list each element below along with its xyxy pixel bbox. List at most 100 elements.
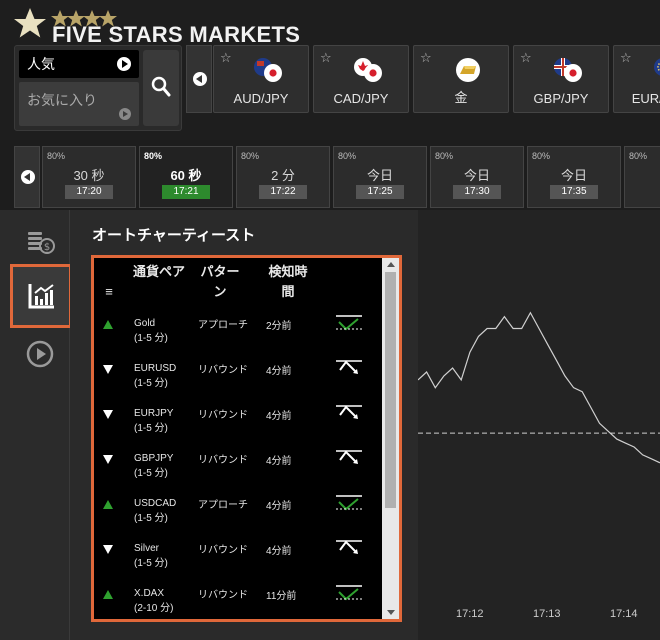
favorite-star-icon[interactable]: ☆ — [420, 50, 432, 66]
x-tick-label: 17:12 — [456, 608, 484, 620]
detected-time-cell: 4分前 — [266, 501, 292, 512]
pattern-cell: アプローチ — [198, 320, 248, 331]
favorite-star-icon[interactable]: ☆ — [520, 50, 532, 66]
cad-jpy-flag-icon — [354, 58, 382, 82]
pattern-cell: リバウンド — [198, 590, 248, 601]
eur-usd-flag-icon — [654, 58, 660, 76]
favorite-star-icon[interactable]: ☆ — [220, 50, 232, 66]
expiry-time: 17:30 — [453, 185, 501, 199]
detected-time-cell: 4分前 — [266, 456, 292, 467]
duration-tile-selected[interactable]: 80% 60 秒 17:21 — [139, 146, 233, 208]
symbol-name: EURJPY — [134, 408, 174, 419]
chart-analysis-icon — [28, 284, 54, 309]
duration-label: 30 秒 — [73, 168, 105, 183]
favorites-tab[interactable]: お気に入り — [19, 82, 139, 126]
arrow-down-icon — [103, 545, 113, 554]
brand-logo[interactable]: FIVE STARS MARKETS — [10, 4, 340, 47]
duration-tile[interactable]: 80% 今日 17:25 — [333, 146, 427, 208]
symbol-period: (1-5 分) — [134, 468, 168, 479]
arrow-up-icon — [103, 590, 113, 599]
table-row[interactable]: Silver (1-5 分) リバウンド 4分前 — [94, 535, 382, 580]
rebound-pattern-icon — [336, 405, 362, 419]
price-chart[interactable]: 17:12 17:13 17:14 — [417, 210, 660, 640]
gold-bar-icon — [456, 58, 480, 82]
favorite-star-icon[interactable]: ☆ — [320, 50, 332, 66]
table-row[interactable]: EURJPY (1-5 分) リバウンド 4分前 — [94, 400, 382, 445]
symbol-period: (1-5 分) — [134, 378, 168, 389]
pattern-cell: リバウンド — [198, 545, 248, 556]
payout-percent: 80% — [338, 151, 357, 161]
symbol-name: EURUSD — [134, 363, 177, 374]
scroll-down-icon[interactable] — [387, 610, 395, 615]
play-icon — [117, 57, 131, 71]
header-pattern[interactable]: パターン — [198, 262, 242, 302]
duration-tile[interactable]: 80% 今日 17:35 — [527, 146, 621, 208]
pattern-cell: リバウンド — [198, 365, 248, 376]
symbol-cell: Gold (1-5 分) — [134, 316, 168, 346]
duration-tile[interactable]: 80% 30 秒 17:20 — [42, 146, 136, 208]
asset-label: 金 — [454, 90, 468, 105]
payout-percent: 80% — [629, 151, 648, 161]
watchlist-selector: 人気 お気に入り — [14, 45, 182, 131]
payout-percent: 80% — [435, 151, 454, 161]
signals-table: ≡ 通貨ペア パターン 検知時間 Gold (1-5 分) アプローチ 2分前 EURU… — [91, 255, 402, 622]
symbol-period: (1-5 分) — [134, 423, 168, 434]
asset-tile[interactable]: ☆ CAD/JPY — [313, 45, 409, 113]
duration-tile[interactable]: 80% — [624, 146, 660, 208]
expiry-time: 17:20 — [65, 185, 113, 199]
asset-tile[interactable]: ☆ GBP/JPY — [513, 45, 609, 113]
duration-tile[interactable]: 80% 今日 17:30 — [430, 146, 524, 208]
table-scrollbar[interactable] — [382, 258, 399, 619]
column-menu-icon[interactable]: ≡ — [102, 282, 116, 302]
payout-percent: 80% — [532, 151, 551, 161]
x-tick-label: 17:13 — [533, 608, 561, 620]
arrow-up-icon — [103, 500, 113, 509]
table-row[interactable]: GBPJPY (1-5 分) リバウンド 4分前 — [94, 445, 382, 490]
symbol-cell: USDCAD (1-5 分) — [134, 496, 176, 526]
symbol-period: (1-5 分) — [134, 333, 168, 344]
favorite-star-icon[interactable]: ☆ — [620, 50, 632, 66]
svg-text:$: $ — [44, 242, 50, 253]
asset-label: EUR/USD — [631, 91, 660, 106]
asset-tile[interactable]: ☆ EUR/USD — [613, 45, 660, 113]
x-tick-label: 17:14 — [610, 608, 638, 620]
popular-tab[interactable]: 人気 — [19, 50, 139, 78]
table-row[interactable]: X.DAX (2-10 分) リバウンド 11分前 — [94, 580, 382, 619]
play-icon — [119, 108, 131, 120]
detected-time-cell: 4分前 — [266, 546, 292, 557]
video-tutorial-button[interactable] — [12, 328, 70, 386]
scroll-thumb[interactable] — [385, 272, 396, 508]
table-header: ≡ 通貨ペア パターン 検知時間 — [94, 258, 382, 308]
rebound-pattern-icon — [336, 540, 362, 554]
table-row[interactable]: USDCAD (1-5 分) アプローチ 4分前 — [94, 490, 382, 535]
asset-tile[interactable]: ☆ 金 — [413, 45, 509, 113]
table-row[interactable]: EURUSD (1-5 分) リバウンド 4分前 — [94, 355, 382, 400]
price-series-line — [417, 311, 660, 464]
popular-tab-label: 人気 — [27, 56, 55, 72]
symbol-period: (1-5 分) — [134, 558, 168, 569]
tool-sidebar: $ — [0, 210, 72, 640]
approach-pattern-icon — [336, 315, 362, 331]
detected-time-cell: 11分前 — [266, 591, 297, 602]
asset-tile[interactable]: ☆ AUD/JPY — [213, 45, 309, 113]
durations-prev-button[interactable] — [14, 146, 40, 208]
autochartist-panel: オートチャーティースト ≡ 通貨ペア パターン 検知時間 Gold (1-5 分)… — [70, 210, 418, 640]
table-row[interactable]: Gold (1-5 分) アプローチ 2分前 — [94, 310, 382, 355]
duration-tile[interactable]: 80% 2 分 17:22 — [236, 146, 330, 208]
header-currency-pair[interactable]: 通貨ペア — [132, 262, 186, 282]
symbol-cell: EURUSD (1-5 分) — [134, 361, 176, 391]
assets-prev-button[interactable] — [186, 45, 212, 113]
search-icon — [151, 76, 171, 97]
scroll-up-icon[interactable] — [387, 262, 395, 267]
symbol-name: X.DAX — [134, 588, 165, 599]
expiry-time: 17:21 — [162, 185, 210, 199]
detected-time-cell: 2分前 — [266, 321, 292, 332]
search-button[interactable] — [143, 50, 179, 126]
arrow-down-icon — [103, 365, 113, 374]
symbol-cell: EURJPY (1-5 分) — [134, 406, 173, 436]
autochartist-button[interactable] — [10, 264, 72, 328]
coins-icon: $ — [28, 232, 55, 254]
header-detected-time[interactable]: 検知時間 — [266, 262, 310, 302]
pattern-cell: アプローチ — [198, 500, 248, 511]
panel-title: オートチャーティースト — [92, 227, 256, 244]
